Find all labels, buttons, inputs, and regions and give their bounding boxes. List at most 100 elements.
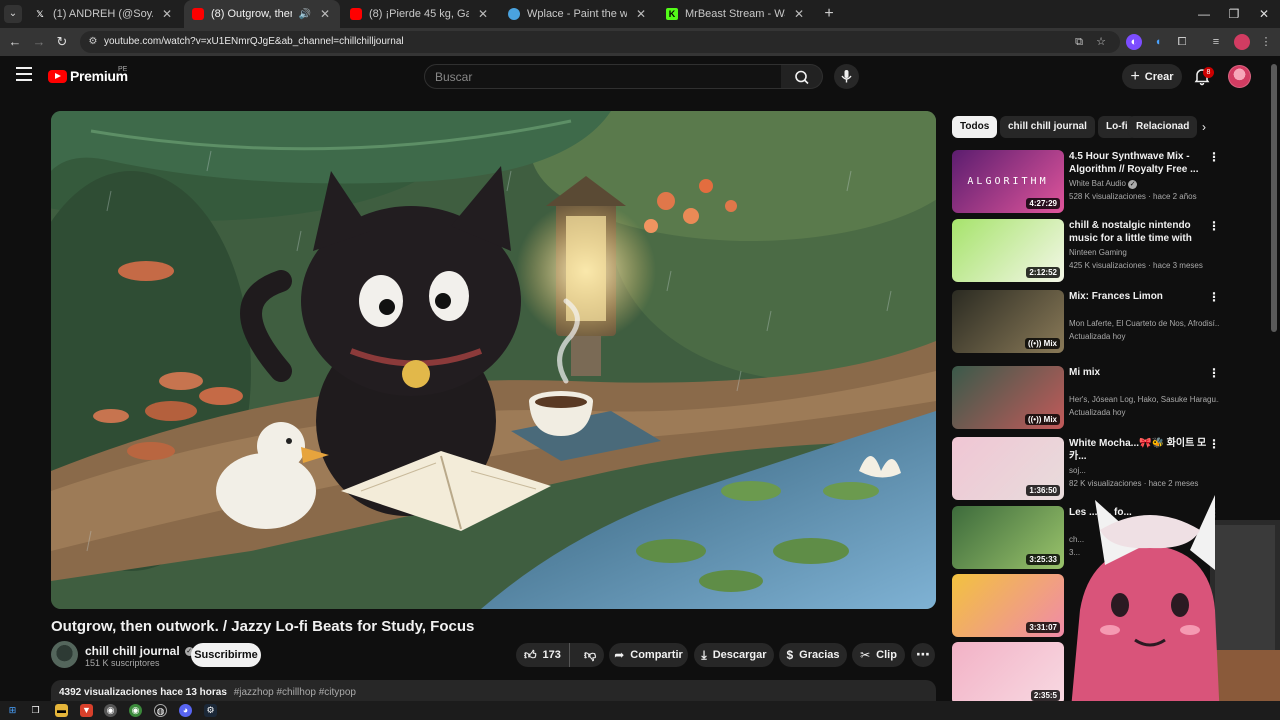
thanks-button[interactable]: $ Gracias (779, 643, 847, 667)
steam-icon[interactable]: ⚙ (204, 704, 217, 717)
channel-text[interactable]: Her's, Jósean Log, Hako, Sasuke Haragu..… (1069, 395, 1219, 404)
recommended-channel[interactable]: soj... (1069, 466, 1219, 475)
chevron-right-icon[interactable]: › (1196, 118, 1212, 136)
forward-arrow-icon[interactable]: → (30, 33, 48, 51)
chrome-profile-icon[interactable]: ◉ (129, 704, 142, 717)
subscribe-button[interactable]: Suscribirme (191, 643, 261, 667)
recommended-video[interactable]: 2:12:52 chill & nostalgic nintendo music … (952, 219, 1252, 283)
profile-avatar-icon[interactable] (1234, 34, 1250, 50)
windows-start-icon[interactable]: ⊞ (6, 704, 19, 717)
like-button[interactable]: 👍︎ 173 (516, 643, 571, 667)
recommended-title[interactable]: White Mocha...🎀🐝 화이트 모카... (1069, 437, 1209, 463)
chip-channel[interactable]: chill chill journal (1000, 116, 1095, 138)
recommended-title[interactable]: Mix: Frances Limon (1069, 290, 1209, 303)
obs-icon[interactable]: ◍ (154, 704, 167, 717)
video-thumbnail[interactable]: ALGORITHM 4:27:29 (952, 150, 1064, 213)
extension-icon[interactable]: ◖ (1150, 34, 1166, 50)
recommended-title[interactable]: Mi mix (1069, 366, 1209, 379)
vtuber-avatar-overlay (1050, 490, 1280, 720)
video-thumbnail[interactable]: ((•)) Mix (952, 290, 1064, 353)
search-input[interactable] (425, 65, 781, 88)
brave-browser-icon[interactable]: ▼ (80, 704, 93, 717)
more-options-icon[interactable]: ⋮ (1208, 366, 1220, 380)
video-thumbnail[interactable]: 2:12:52 (952, 219, 1064, 282)
close-tab-icon[interactable]: ✕ (318, 7, 332, 21)
create-button[interactable]: + Crear (1122, 64, 1182, 89)
voice-search-button[interactable] (834, 64, 859, 89)
chip-all[interactable]: Todos (952, 116, 998, 138)
browser-tab-kick[interactable]: K MrBeast Stream - Watch Live or ✕ (658, 0, 814, 28)
recommended-video[interactable]: ALGORITHM 4:27:29 4.5 Hour Synthwave Mix -… (952, 150, 1252, 214)
close-tab-icon[interactable]: ✕ (792, 7, 806, 21)
search-box[interactable] (424, 64, 782, 89)
browser-tab-x[interactable]: 𝕏 (1) ANDREH (@SoyAndreh) / X ✕ (26, 0, 182, 28)
minimize-window-button[interactable]: — (1188, 0, 1220, 28)
browser-tab-wplace[interactable]: Wplace - Paint the world ✕ (500, 0, 656, 28)
video-thumbnail[interactable]: 3:31:07 (952, 574, 1064, 637)
channel-text[interactable]: Ninteen Gaming (1069, 248, 1127, 257)
hamburger-menu-icon[interactable] (16, 67, 32, 83)
close-tab-icon[interactable]: ✕ (160, 7, 174, 21)
channel-avatar[interactable] (51, 641, 78, 668)
browser-tab-youtube-current[interactable]: (8) Outgrow, then outwork 🔊 ✕ (184, 0, 340, 28)
recommended-title[interactable]: chill & nostalgic nintendo music for a l… (1069, 219, 1209, 246)
video-thumbnail[interactable]: ((•)) Mix (952, 366, 1064, 429)
recommended-video[interactable]: ((•)) Mix Mi mix Her's, Jósean Log, Hako, … (952, 366, 1252, 430)
file-explorer-icon[interactable]: ▬ (55, 704, 68, 717)
back-arrow-icon[interactable]: ← (6, 33, 24, 51)
close-window-button[interactable]: ✕ (1248, 0, 1280, 28)
more-options-icon[interactable]: ⋮ (1208, 290, 1220, 304)
download-button[interactable]: ⤓ Descargar (694, 643, 774, 667)
extension-icon[interactable]: ◐ (1126, 34, 1142, 50)
account-avatar[interactable] (1228, 65, 1251, 88)
chrome-icon[interactable]: ◉ (104, 704, 117, 717)
browser-tab-youtube[interactable]: (8) ¡Pierde 45 kg, Gana 250,000 ✕ (342, 0, 498, 28)
tab-search-chevron-icon[interactable]: ⌄ (4, 5, 22, 23)
new-tab-button[interactable]: + (820, 5, 838, 23)
reload-icon[interactable]: ↻ (53, 33, 71, 51)
clip-button[interactable]: ✂ Clip (852, 643, 905, 667)
discord-icon[interactable]: ◕ (179, 704, 192, 717)
browser-menu-icon[interactable]: ⋮ (1258, 34, 1274, 50)
description-summary: 4392 visualizaciones hace 13 horas #jazz… (59, 687, 356, 698)
youtube-premium-logo[interactable]: Premium PE (48, 66, 128, 84)
video-thumbnail[interactable]: 3:25:33 (952, 506, 1064, 569)
channel-name-link[interactable]: chill chill journal ✓ (85, 644, 194, 658)
task-view-icon[interactable]: ❒ (29, 704, 42, 717)
more-options-icon[interactable]: ⋮ (1208, 219, 1220, 233)
share-button[interactable]: ➦ Compartir (609, 643, 688, 667)
dislike-button[interactable]: 👎︎ (576, 648, 604, 663)
hashtags[interactable]: #jazzhop #chillhop #citypop (234, 687, 356, 698)
recommended-channel[interactable]: Her's, Jósean Log, Hako, Sasuke Haragu..… (1069, 395, 1219, 404)
recommended-video[interactable]: ((•)) Mix Mix: Frances Limon Mon Laferte, … (952, 290, 1252, 354)
channel-text[interactable]: soj... (1069, 466, 1086, 475)
recommended-title[interactable]: 4.5 Hour Synthwave Mix - Algorithm // Ro… (1069, 150, 1209, 176)
page-scrollbar[interactable] (1271, 64, 1277, 332)
close-tab-icon[interactable]: ✕ (634, 7, 648, 21)
video-player[interactable] (51, 111, 936, 609)
reading-list-icon[interactable]: ≡ (1208, 34, 1224, 50)
recommended-channel[interactable]: Ninteen Gaming (1069, 248, 1219, 257)
close-tab-icon[interactable]: ✕ (476, 7, 490, 21)
more-options-icon[interactable]: ⋮ (1208, 437, 1220, 451)
search-button[interactable] (781, 64, 823, 89)
channel-text[interactable]: Mon Laferte, El Cuarteto de Nos, Afrodis… (1069, 319, 1219, 328)
more-options-icon[interactable]: ⋮ (1208, 150, 1220, 164)
chip-related[interactable]: Relacionad (1128, 116, 1198, 138)
video-thumbnail[interactable]: 1:36:50 (952, 437, 1064, 500)
bookmark-star-icon[interactable]: ☆ (1094, 35, 1108, 49)
url-text[interactable]: youtube.com/watch?v=xU1ENmrQJgE&ab_chann… (104, 31, 404, 53)
channel-text[interactable]: White Bat Audio (1069, 179, 1126, 188)
speaker-icon[interactable]: 🔊 (299, 9, 311, 20)
video-thumbnail[interactable]: 2:35:5 (952, 642, 1064, 705)
recommended-channel[interactable]: Mon Laferte, El Cuarteto de Nos, Afrodis… (1069, 319, 1219, 328)
channel-name[interactable]: chill chill journal (85, 644, 180, 658)
tab-title: MrBeast Stream - Watch Live or (685, 8, 785, 20)
site-info-icon[interactable]: ⚙ (86, 35, 100, 49)
extensions-puzzle-icon[interactable]: ⧠ (1174, 34, 1190, 50)
recommended-channel[interactable]: White Bat Audio ✓ (1069, 179, 1219, 189)
restore-window-button[interactable]: ❐ (1218, 0, 1250, 28)
address-bar[interactable]: ⚙ youtube.com/watch?v=xU1ENmrQJgE&ab_cha… (80, 31, 1120, 53)
install-app-icon[interactable]: ⧉ (1072, 35, 1086, 49)
more-actions-button[interactable]: ⋯ (911, 643, 935, 667)
